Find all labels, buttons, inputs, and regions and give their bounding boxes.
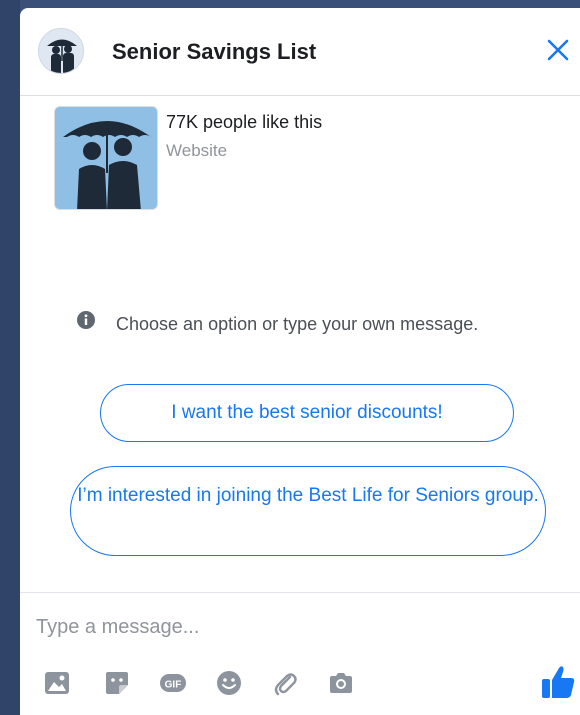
couple-umbrella-icon xyxy=(55,107,157,209)
page-title[interactable]: Senior Savings List xyxy=(112,39,316,65)
background-strip xyxy=(0,0,20,715)
couple-umbrella-icon xyxy=(39,29,83,73)
attachment-icon[interactable] xyxy=(270,668,300,698)
page-profile-image[interactable] xyxy=(54,106,158,210)
option-hint: Choose an option or type your own messag… xyxy=(116,314,479,334)
emoji-icon[interactable] xyxy=(214,668,244,698)
camera-icon[interactable] xyxy=(326,668,356,698)
message-input[interactable]: Type a message... xyxy=(36,616,476,639)
sticker-icon[interactable] xyxy=(102,668,132,698)
svg-text:GIF: GIF xyxy=(165,680,182,691)
chat-window: Senior Savings List 77K people like this… xyxy=(20,8,580,715)
chat-header: Senior Savings List xyxy=(20,8,580,96)
image-icon[interactable] xyxy=(42,668,72,698)
page-avatar[interactable] xyxy=(38,28,84,74)
close-icon[interactable] xyxy=(544,36,572,64)
info-icon xyxy=(76,310,96,330)
quick-reply-senior-discounts[interactable]: I want the best senior discounts! xyxy=(100,384,514,442)
page-category: Website xyxy=(166,141,228,160)
page-likes-count: 77K people like this xyxy=(166,112,323,132)
composer-divider xyxy=(20,592,580,593)
quick-reply-join-group[interactable]: I’m interested in joining the Best Life … xyxy=(70,466,546,556)
thumbs-up-icon[interactable] xyxy=(538,662,578,702)
gif-icon[interactable]: GIF xyxy=(158,668,188,698)
